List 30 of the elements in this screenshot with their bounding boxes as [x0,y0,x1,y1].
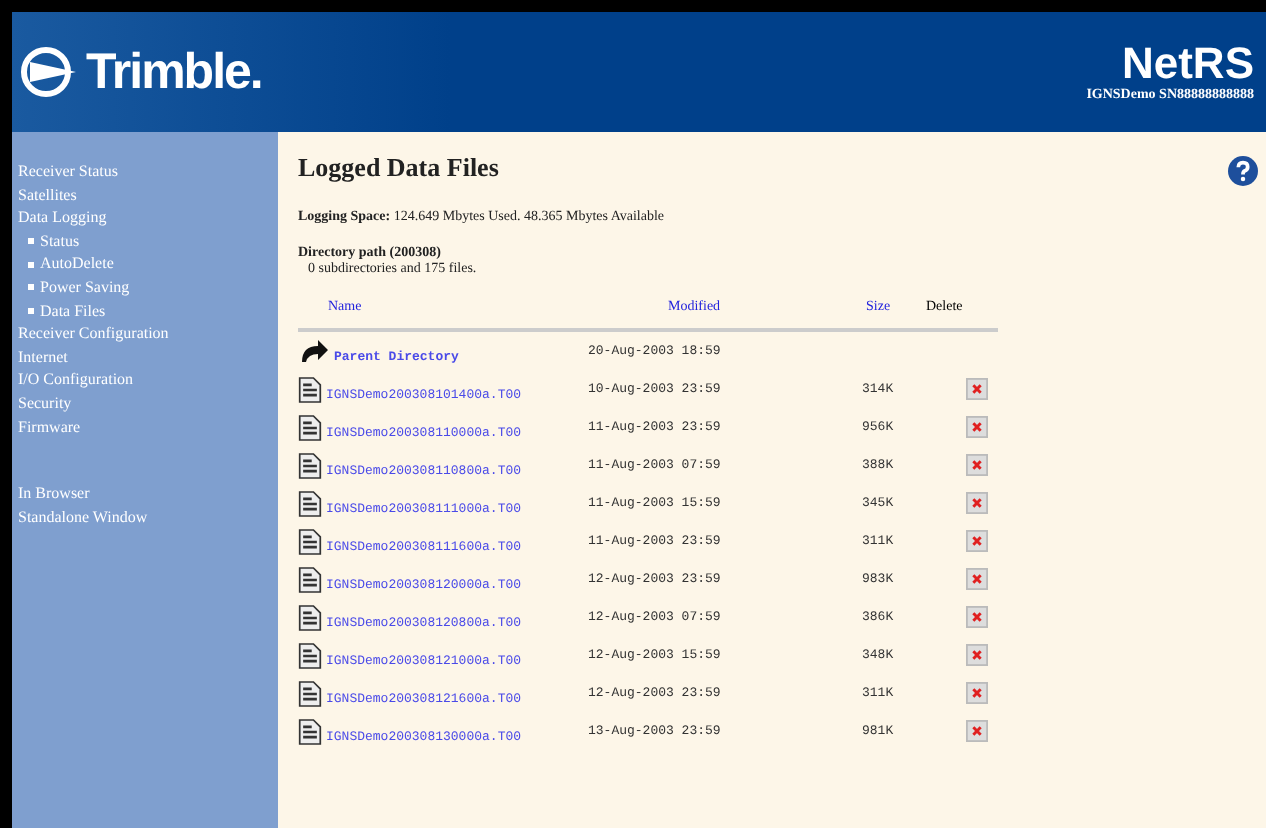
product-name: NetRS [1121,42,1254,86]
bullet-icon [28,238,34,245]
delete-icon[interactable] [966,606,988,628]
document-icon [298,641,322,670]
curved-arrow-icon [298,337,330,366]
document-icon [298,413,322,442]
bullet-icon [28,284,34,291]
delete-icon[interactable] [966,644,988,666]
document-icon [298,565,322,594]
bullet-icon [28,261,34,268]
document-icon [298,489,322,518]
bullet-icon [28,307,34,314]
logo-wordmark: Trimble. [86,43,262,101]
delete-icon[interactable] [966,492,988,514]
delete-icon[interactable] [966,720,988,742]
document-icon [298,527,322,556]
page-title: Logged Data Files [298,152,499,184]
delete-icon[interactable] [966,416,988,438]
document-icon [298,375,322,404]
document-icon [298,717,322,746]
document-icon [298,679,322,708]
delete-icon[interactable] [966,378,988,400]
help-icon[interactable] [1228,156,1258,186]
delete-icon[interactable] [966,454,988,476]
globe-logo-icon [20,42,80,102]
delete-icon[interactable] [966,530,988,552]
document-icon [298,603,322,632]
document-icon [298,451,322,480]
delete-icon[interactable] [966,568,988,590]
delete-icon[interactable] [966,682,988,704]
